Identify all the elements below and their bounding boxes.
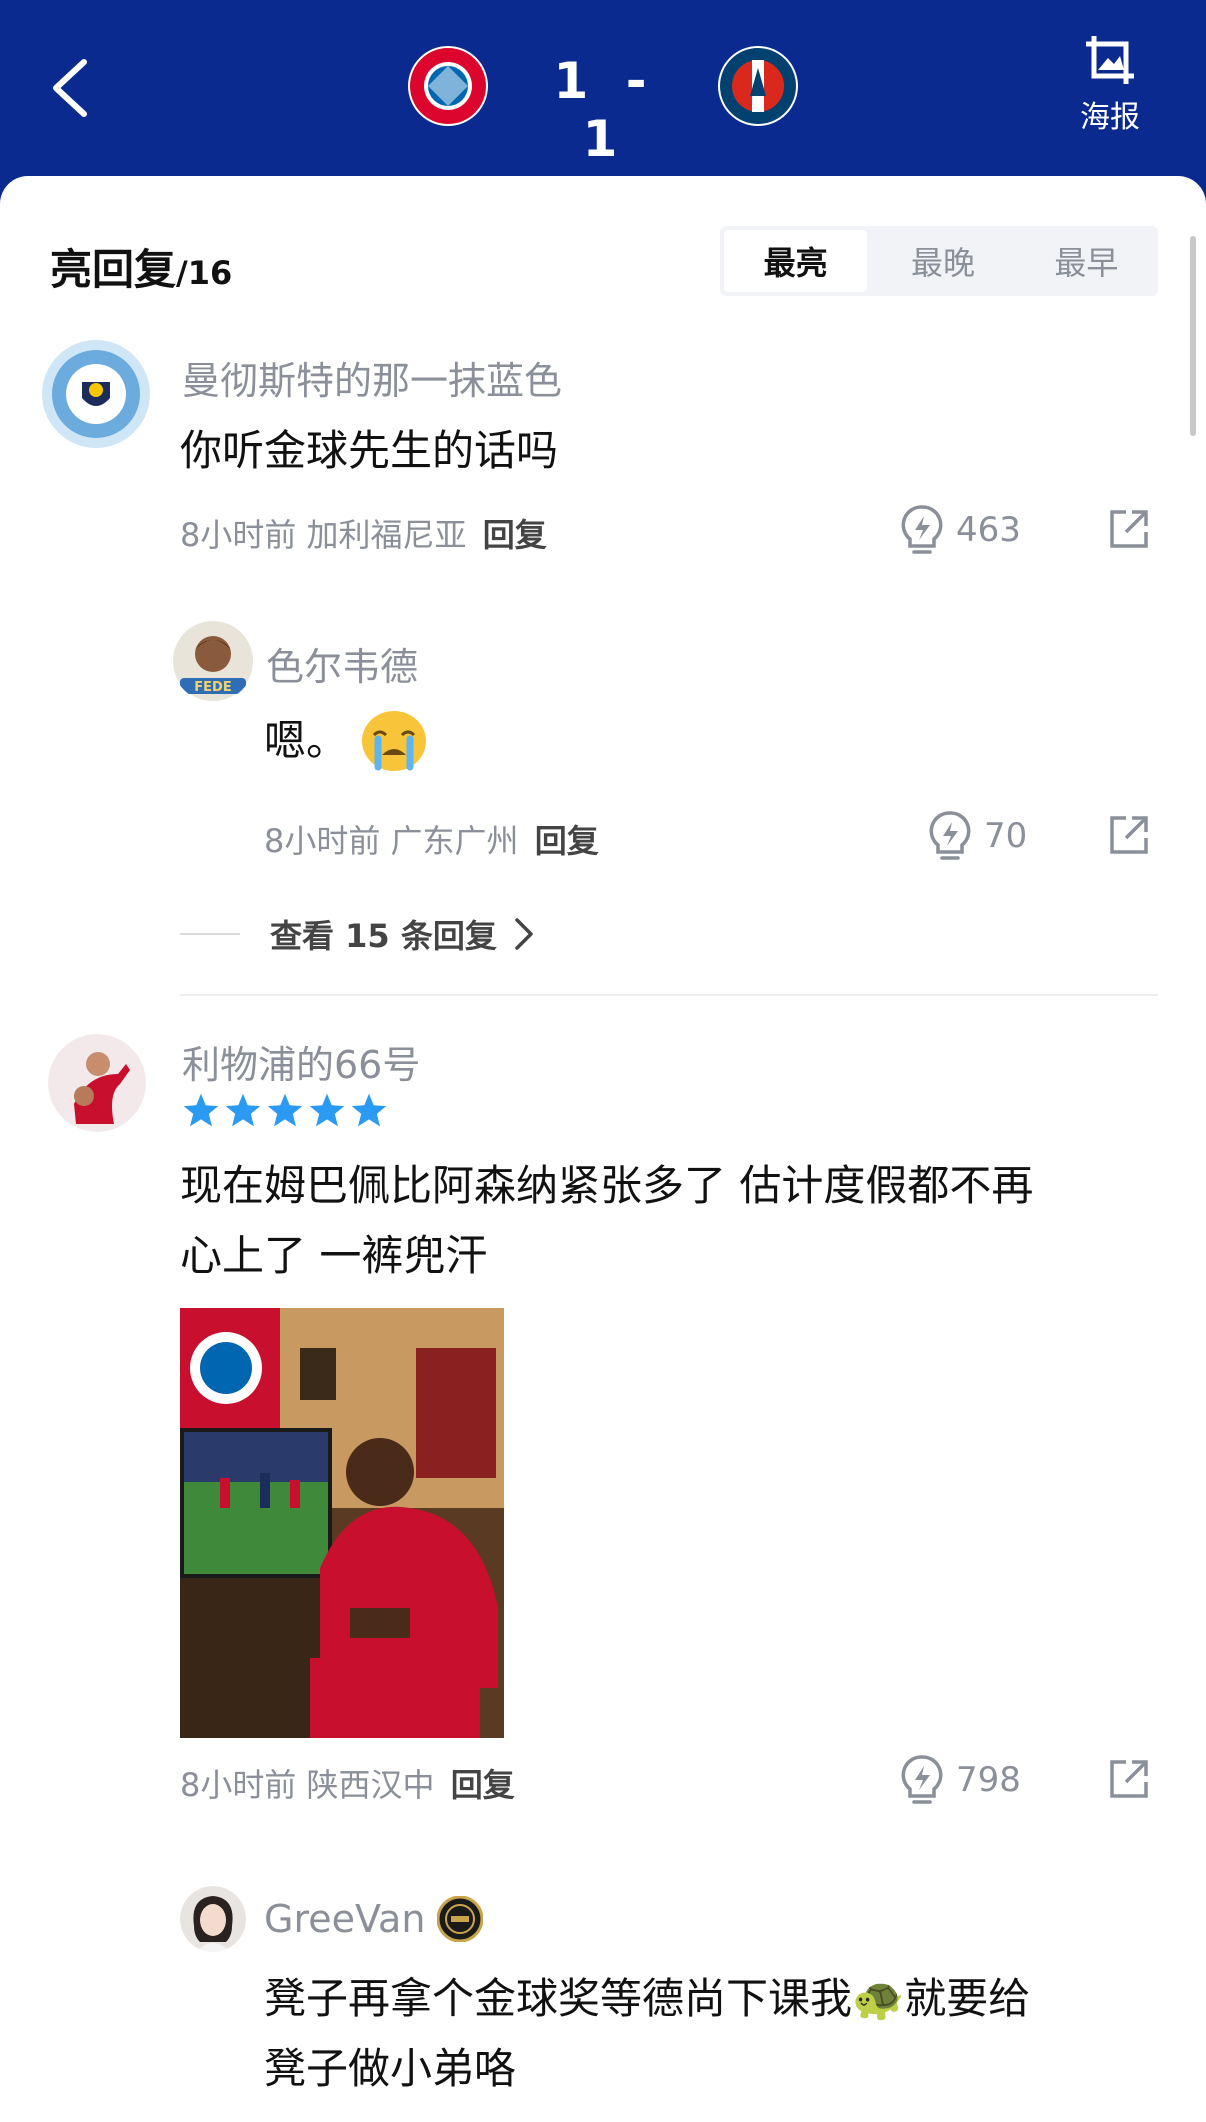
lightbulb-icon xyxy=(929,811,971,860)
divider xyxy=(180,994,1158,996)
avatar[interactable] xyxy=(48,1034,146,1132)
back-arrow-icon[interactable] xyxy=(48,58,94,118)
share-icon[interactable] xyxy=(1108,508,1150,550)
psg-crest-icon[interactable] xyxy=(718,46,798,126)
tab-latest[interactable]: 最晚 xyxy=(871,226,1014,296)
comment-image[interactable] xyxy=(180,1308,504,1738)
light-count: 70 xyxy=(984,816,1028,856)
tab-brightest[interactable]: 最亮 xyxy=(724,230,868,292)
comment-time: 8小时前 xyxy=(180,516,297,554)
avatar[interactable]: FEDE xyxy=(172,620,254,702)
view-more-label: 查看 15 条回复 xyxy=(270,917,497,955)
sort-tabs: 最亮 最晚 最早 xyxy=(720,226,1158,296)
comment-meta: 8小时前 陕西汉中 回复 xyxy=(180,1766,515,1804)
section-title: 亮回复/16 xyxy=(50,245,233,294)
reply-button[interactable]: 回复 xyxy=(451,1766,515,1804)
star-icon xyxy=(183,1093,219,1127)
image-crop-icon xyxy=(1086,36,1134,84)
tab-earliest[interactable]: 最早 xyxy=(1015,226,1158,296)
light-button[interactable]: 463 xyxy=(900,504,1021,556)
comment-meta: 8小时前 加利福尼亚 回复 xyxy=(180,510,547,556)
user-rating xyxy=(182,1092,388,1128)
reply-username[interactable]: GreeVan xyxy=(264,1896,484,1942)
share-icon[interactable] xyxy=(1108,814,1150,856)
crying-emoji-icon xyxy=(362,711,427,771)
star-icon xyxy=(225,1093,261,1127)
comment-text: 现在姆巴佩比阿森纳紧张多了 估计度假都不再 心上了 一裤兜汗 xyxy=(180,1161,1034,1280)
scrollbar[interactable] xyxy=(1190,236,1196,436)
share-icon[interactable] xyxy=(1108,1758,1150,1800)
badge-icon xyxy=(437,1896,484,1942)
reply-count: /16 xyxy=(176,254,233,292)
reply-meta: 8小时前 广东广州 回复 xyxy=(264,822,599,860)
poster-label: 海报 xyxy=(1080,100,1140,135)
lightbulb-icon xyxy=(901,505,943,554)
reply-button[interactable]: 回复 xyxy=(483,516,547,554)
star-icon xyxy=(267,1093,303,1127)
reply-text: 嗯。 xyxy=(264,706,428,776)
svg-text:FEDE: FEDE xyxy=(194,680,231,695)
match-score: 1 - 1 xyxy=(553,52,657,168)
light-count: 798 xyxy=(956,1760,1021,1800)
comment-username[interactable]: 利物浦的66号 xyxy=(182,1034,420,1089)
light-count: 463 xyxy=(956,510,1021,550)
reply-text: 凳子再拿个金球奖等德尚下课我🐢就要给 凳子做小弟咯 xyxy=(264,1974,1031,2093)
lightbulb-icon xyxy=(901,1755,943,1804)
comments-sheet: 亮回复/16 最亮 最晚 最早 曼彻斯特的那一抹蓝色 你听金球先生的话吗 8小时… xyxy=(0,176,1206,2122)
comment-location: 加利福尼亚 xyxy=(306,516,467,554)
bayern-crest-icon[interactable] xyxy=(408,46,488,126)
star-icon xyxy=(309,1093,345,1127)
comment-username[interactable]: 曼彻斯特的那一抹蓝色 xyxy=(182,350,562,405)
poster-button[interactable]: 海报 xyxy=(1070,34,1150,136)
light-button[interactable]: 798 xyxy=(900,1754,1021,1806)
light-button[interactable]: 70 xyxy=(928,810,1027,862)
reply-button[interactable]: 回复 xyxy=(535,822,599,860)
view-more-replies[interactable]: 查看 15 条回复 xyxy=(180,911,535,957)
divider xyxy=(180,933,240,935)
avatar[interactable] xyxy=(180,1886,246,1952)
chevron-right-icon xyxy=(515,918,533,950)
avatar[interactable] xyxy=(40,338,152,450)
comment-text: 你听金球先生的话吗 xyxy=(180,426,559,475)
star-icon xyxy=(351,1093,387,1127)
reply-username[interactable]: 色尔韦德 xyxy=(266,636,418,691)
match-header: 1 - 1 海报 xyxy=(0,0,1206,200)
